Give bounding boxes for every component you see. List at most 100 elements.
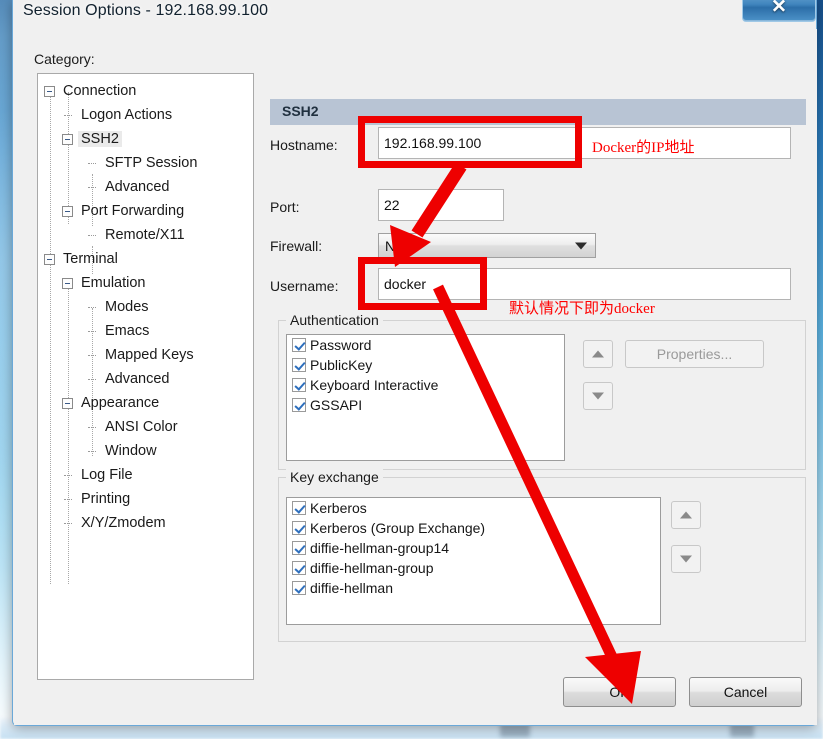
- authentication-item-label: Password: [310, 337, 372, 353]
- key-exchange-item-label: Kerberos: [310, 500, 367, 516]
- tree-item-label: Log File: [81, 467, 133, 483]
- cancel-button[interactable]: Cancel: [689, 677, 802, 707]
- tree-leaf-icon: [86, 374, 97, 385]
- authentication-list[interactable]: Password PublicKey Keyboard Interactive GSS…: [286, 334, 565, 461]
- checkbox-checked-icon[interactable]: [292, 561, 306, 575]
- tree-item-emacs[interactable]: Emacs: [86, 320, 152, 342]
- tree-item-label: Terminal: [63, 251, 118, 267]
- checkbox-checked-icon[interactable]: [292, 501, 306, 515]
- session-options-window: Session Options - 192.168.99.100 ✕ Categ…: [12, 0, 817, 726]
- checkbox-checked-icon[interactable]: [292, 378, 306, 392]
- tree-leaf-icon: [86, 302, 97, 313]
- arrow-up-icon: [592, 350, 604, 358]
- close-button[interactable]: ✕: [742, 0, 816, 22]
- username-annotation-text: 默认情况下即为docker: [509, 301, 655, 317]
- title-bar: Session Options - 192.168.99.100 ✕: [13, 0, 818, 30]
- tree-item-label: Window: [105, 443, 157, 459]
- tree-item-modes[interactable]: Modes: [86, 296, 152, 318]
- authentication-item-label: Keyboard Interactive: [310, 377, 439, 393]
- checkbox-checked-icon[interactable]: [292, 338, 306, 352]
- tree-item-label: Modes: [105, 299, 149, 315]
- tree-leaf-icon: [62, 494, 73, 505]
- tree-expander-icon[interactable]: [44, 253, 55, 265]
- tree-item-window[interactable]: Window: [86, 440, 160, 462]
- tree-item-remote-x11[interactable]: Remote/X11: [86, 224, 188, 246]
- tree-item-appearance[interactable]: Appearance: [62, 392, 162, 414]
- tree-item-port-forwarding[interactable]: Port Forwarding: [62, 200, 187, 222]
- tree-item-label: Emacs: [105, 323, 150, 339]
- username-label: Username:: [270, 278, 339, 294]
- tree-item-emulation[interactable]: Emulation: [62, 272, 148, 294]
- arrow-down-icon: [680, 555, 692, 563]
- properties-button[interactable]: Properties...: [625, 340, 764, 368]
- checkbox-checked-icon[interactable]: [292, 398, 306, 412]
- tree-leaf-icon: [62, 518, 73, 529]
- tree-item-label: X/Y/Zmodem: [81, 515, 166, 531]
- kex-move-up-button[interactable]: [671, 501, 701, 529]
- tree-item-sftp-session[interactable]: SFTP Session: [86, 152, 200, 174]
- port-label: Port:: [270, 199, 300, 215]
- tree-expander-icon[interactable]: [44, 85, 55, 97]
- tree-item-mapped-keys[interactable]: Mapped Keys: [86, 344, 197, 366]
- port-input[interactable]: 22: [378, 189, 504, 221]
- key-exchange-item-row[interactable]: Kerberos: [287, 498, 660, 518]
- tree-item-label: SSH2: [78, 131, 122, 147]
- tree-item-label: SFTP Session: [105, 155, 198, 171]
- arrow-up-icon: [680, 511, 692, 519]
- tree-expander-icon[interactable]: [62, 277, 73, 289]
- key-exchange-item-label: diffie-hellman-group: [310, 560, 434, 576]
- tree-item-label: Port Forwarding: [81, 203, 185, 219]
- close-icon: ✕: [771, 0, 787, 18]
- kex-move-down-button[interactable]: [671, 545, 701, 573]
- tree-item-advanced[interactable]: Advanced: [86, 368, 173, 390]
- tree-item-terminal[interactable]: Terminal: [44, 248, 121, 270]
- tree-item-logon-actions[interactable]: Logon Actions: [62, 104, 175, 126]
- checkbox-checked-icon[interactable]: [292, 358, 306, 372]
- authentication-item-row[interactable]: GSSAPI: [287, 395, 564, 415]
- tree-leaf-icon: [62, 110, 73, 121]
- tree-leaf-icon: [86, 326, 97, 337]
- tree-expander-icon[interactable]: [62, 133, 73, 145]
- category-tree[interactable]: Connection Logon Actions SSH2 SFTP Session A…: [37, 73, 254, 680]
- auth-move-up-button[interactable]: [583, 340, 613, 368]
- screen: Session Options - 192.168.99.100 ✕ Categ…: [0, 0, 823, 739]
- hostname-input[interactable]: 192.168.99.100: [378, 127, 791, 159]
- checkbox-checked-icon[interactable]: [292, 541, 306, 555]
- tree-leaf-icon: [86, 422, 97, 433]
- window-title: Session Options - 192.168.99.100: [23, 2, 269, 19]
- tree-leaf-icon: [86, 350, 97, 361]
- tree-expander-icon[interactable]: [62, 205, 73, 217]
- tree-item-x-y-zmodem[interactable]: X/Y/Zmodem: [62, 512, 169, 534]
- hostname-annotation-text: Docker的IP地址: [592, 140, 695, 156]
- authentication-item-label: PublicKey: [310, 357, 373, 373]
- firewall-select[interactable]: None: [378, 233, 596, 258]
- tree-item-ansi-color[interactable]: ANSI Color: [86, 416, 181, 438]
- tree-item-advanced[interactable]: Advanced: [86, 176, 173, 198]
- tree-item-label: Logon Actions: [81, 107, 173, 123]
- ok-button[interactable]: OK: [563, 677, 676, 707]
- tree-item-ssh2[interactable]: SSH2: [62, 128, 122, 150]
- tree-guide-line: [50, 260, 51, 584]
- key-exchange-item-row[interactable]: diffie-hellman-group14: [287, 538, 660, 558]
- tree-item-log-file[interactable]: Log File: [62, 464, 136, 486]
- tree-item-label: Connection: [63, 83, 137, 99]
- category-label: Category:: [34, 51, 95, 67]
- key-exchange-item-row[interactable]: diffie-hellman-group: [287, 558, 660, 578]
- tree-expander-icon[interactable]: [62, 397, 73, 409]
- tree-item-label: Remote/X11: [105, 227, 185, 243]
- tree-item-label: ANSI Color: [105, 419, 178, 435]
- authentication-item-row[interactable]: Password: [287, 335, 564, 355]
- username-input[interactable]: docker: [378, 268, 791, 300]
- checkbox-checked-icon[interactable]: [292, 581, 306, 595]
- tree-item-printing[interactable]: Printing: [62, 488, 133, 510]
- panel-header-title: SSH2: [282, 103, 319, 119]
- authentication-item-row[interactable]: Keyboard Interactive: [287, 375, 564, 395]
- key-exchange-list[interactable]: Kerberos Kerberos (Group Exchange) diffie-…: [286, 497, 661, 625]
- key-exchange-item-row[interactable]: Kerberos (Group Exchange): [287, 518, 660, 538]
- auth-move-down-button[interactable]: [583, 382, 613, 410]
- panel-header: SSH2: [270, 99, 806, 125]
- checkbox-checked-icon[interactable]: [292, 521, 306, 535]
- tree-item-connection[interactable]: Connection: [44, 80, 139, 102]
- key-exchange-item-row[interactable]: diffie-hellman: [287, 578, 660, 598]
- authentication-item-row[interactable]: PublicKey: [287, 355, 564, 375]
